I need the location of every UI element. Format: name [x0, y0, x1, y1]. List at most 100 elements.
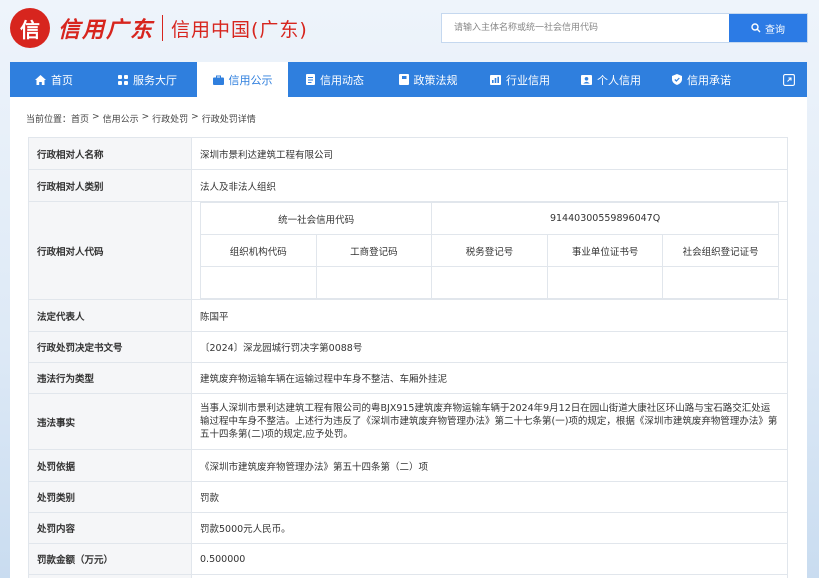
search-icon — [751, 23, 761, 33]
nav-item-label: 行业信用 — [506, 73, 550, 87]
table-row: 处罚内容 罚款5000元人民币。 — [28, 512, 788, 544]
content-label: 处罚内容 — [28, 512, 192, 544]
main-content: 当前位置： 首页 > 信用公示 > 行政处罚 > 行政处罚详情 行政相对人名称 … — [10, 97, 807, 578]
nav-item-industry-credit[interactable]: 行业信用 — [474, 62, 566, 97]
nav-item-label: 首页 — [51, 73, 73, 87]
nav-item-label: 政策法规 — [413, 73, 458, 87]
table-row: 罚款金额（万元） 0.500000 — [28, 543, 788, 575]
business-reg-header: 工商登记码 — [315, 234, 433, 267]
code-subtable: 统一社会信用代码 91440300559896047Q 组织机构代码 工商登记码… — [199, 202, 779, 299]
table-row: 统一社会信用代码 91440300559896047Q — [199, 202, 779, 235]
document-icon — [306, 74, 315, 85]
table-row: 违法行为类型 建筑废弃物运输车辆在运输过程中车身不整洁、车厢外挂泥 — [28, 362, 788, 394]
legal-rep-value: 陈国平 — [191, 299, 788, 332]
amount-label: 罚款金额（万元） — [28, 543, 192, 575]
social-org-header: 社会组织登记证号 — [662, 234, 779, 267]
business-reg-value — [315, 266, 433, 299]
category-value: 罚款 — [191, 481, 788, 513]
category-label: 处罚类别 — [28, 481, 192, 513]
table-row: 组织机构代码 工商登记码 税务登记号 事业单位证书号 社会组织登记证号 — [200, 234, 779, 267]
book-icon — [398, 74, 409, 85]
site-logo[interactable]: 信 信用广东 信用中国(广东) — [10, 8, 308, 48]
violation-type-label: 违法行为类型 — [28, 362, 192, 394]
public-institution-header: 事业单位证书号 — [546, 234, 664, 267]
site-name: 信用中国(广东) — [171, 18, 308, 41]
table-row: 违法事实 当事人深圳市景利达建筑工程有限公司的粤BJX915建筑废弃物运输车辆于… — [28, 393, 788, 450]
grid-icon — [118, 74, 128, 85]
breadcrumb-admin-penalty[interactable]: 行政处罚 — [152, 112, 188, 125]
type-label: 行政相对人类别 — [28, 169, 192, 202]
logo-brand-text: 信用广东 — [58, 17, 155, 43]
nav-item-home[interactable]: 首页 — [10, 62, 98, 97]
public-institution-value — [546, 266, 664, 299]
legal-rep-label: 法定代表人 — [28, 299, 192, 332]
table-row: 法定代表人 陈国平 — [28, 299, 788, 332]
nav-item-policies[interactable]: 政策法规 — [382, 62, 474, 97]
chart-icon — [490, 74, 501, 85]
table-row: 行政相对人类别 法人及非法人组织 — [28, 169, 788, 202]
doc-no-label: 行政处罚决定书文号 — [28, 331, 192, 363]
uscc-label: 统一社会信用代码 — [199, 202, 433, 235]
next-row-label — [28, 574, 192, 578]
breadcrumb-home[interactable]: 首页 — [71, 112, 89, 125]
table-row — [28, 574, 788, 578]
violation-type-value: 建筑废弃物运输车辆在运输过程中车身不整洁、车厢外挂泥 — [191, 362, 788, 394]
doc-no-value: 〔2024〕深龙园城行罚决字第0088号 — [191, 331, 788, 363]
uscc-value: 91440300559896047Q — [431, 202, 779, 235]
content-value: 罚款5000元人民币。 — [191, 512, 788, 544]
org-code-value — [200, 266, 317, 299]
breadcrumb: 当前位置： 首页 > 信用公示 > 行政处罚 > 行政处罚详情 — [26, 112, 256, 125]
org-code-header: 组织机构代码 — [200, 234, 317, 267]
site-header: 信 信用广东 信用中国(广东) 查询 — [0, 0, 819, 60]
nav-item-label: 个人信用 — [597, 73, 641, 87]
search-button-label: 查询 — [765, 24, 785, 36]
next-row-value — [191, 574, 788, 578]
shield-check-icon — [672, 74, 682, 85]
external-link-button[interactable] — [771, 62, 807, 97]
home-icon — [35, 74, 46, 85]
breadcrumb-separator: > — [191, 112, 199, 122]
nav-item-credit-news[interactable]: 信用动态 — [288, 62, 382, 97]
main-nav: 首页 服务大厅 信用公示 信用动态 政策法规 行业信用 个人信用 信用承诺 — [10, 62, 807, 97]
table-row: 行政处罚决定书文号 〔2024〕深龙园城行罚决字第0088号 — [28, 331, 788, 363]
nav-item-label: 信用动态 — [320, 73, 364, 87]
logo-divider — [162, 15, 164, 41]
table-row: 处罚依据 《深圳市建筑废弃物管理办法》第五十四条第（二）项 — [28, 449, 788, 482]
breadcrumb-credit-disclosure[interactable]: 信用公示 — [103, 112, 139, 125]
basis-label: 处罚依据 — [28, 449, 192, 482]
tax-reg-value — [431, 266, 548, 299]
nav-item-personal-credit[interactable]: 个人信用 — [566, 62, 656, 97]
code-subtable-cell: 统一社会信用代码 91440300559896047Q 组织机构代码 工商登记码… — [191, 201, 788, 300]
basis-value: 《深圳市建筑废弃物管理办法》第五十四条第（二）项 — [191, 449, 788, 482]
amount-value: 0.500000 — [191, 543, 788, 575]
breadcrumb-current: 行政处罚详情 — [201, 115, 256, 125]
type-value: 法人及非法人组织 — [191, 169, 788, 202]
logo-emblem: 信 — [10, 8, 50, 48]
breadcrumb-separator: > — [92, 112, 100, 122]
table-row: 行政相对人代码 统一社会信用代码 91440300559896047Q 组织机构… — [28, 201, 788, 300]
external-link-icon — [783, 73, 795, 86]
breadcrumb-separator: > — [141, 112, 150, 122]
search-button[interactable]: 查询 — [729, 14, 807, 42]
code-label: 行政相对人代码 — [28, 201, 192, 300]
facts-label: 违法事实 — [28, 393, 192, 450]
breadcrumb-prefix: 当前位置： — [26, 115, 72, 125]
tax-reg-header: 税务登记号 — [431, 234, 548, 267]
social-org-value — [662, 266, 779, 299]
search-bar: 查询 — [441, 13, 808, 43]
nav-item-credit-commitment[interactable]: 信用承诺 — [656, 62, 747, 97]
nav-item-credit-disclosure[interactable]: 信用公示 — [197, 62, 288, 97]
table-row: 处罚类别 罚款 — [28, 481, 788, 513]
name-value: 深圳市景利达建筑工程有限公司 — [191, 137, 788, 170]
search-input[interactable] — [442, 14, 729, 42]
person-card-icon — [581, 74, 592, 85]
facts-value: 当事人深圳市景利达建筑工程有限公司的粤BJX915建筑废弃物运输车辆于2024年… — [191, 393, 788, 450]
nav-item-label: 服务大厅 — [133, 73, 177, 87]
table-row: 行政相对人名称 深圳市景利达建筑工程有限公司 — [28, 137, 788, 170]
bag-icon — [212, 75, 224, 85]
name-label: 行政相对人名称 — [28, 137, 192, 170]
nav-item-label: 信用公示 — [228, 73, 273, 87]
table-row — [200, 266, 779, 299]
nav-item-service-hall[interactable]: 服务大厅 — [98, 62, 197, 97]
nav-item-label: 信用承诺 — [687, 73, 731, 87]
